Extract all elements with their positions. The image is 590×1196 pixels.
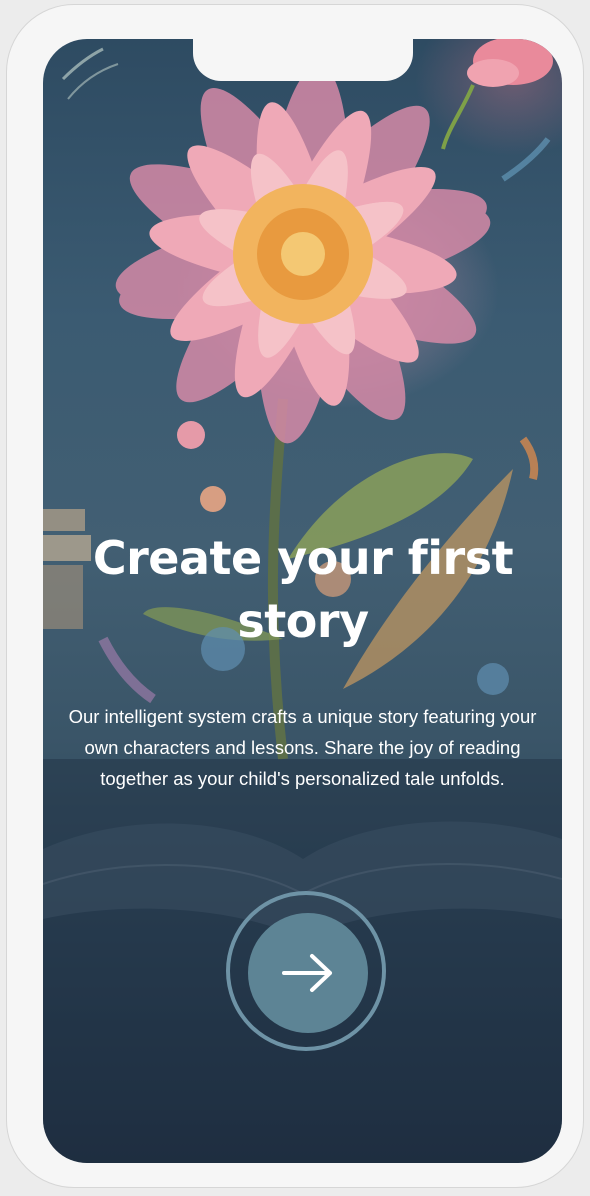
phone-frame: Create your first story Our intelligent … — [6, 4, 584, 1188]
onboarding-screen: Create your first story Our intelligent … — [43, 39, 562, 1163]
onboarding-description: Our intelligent system crafts a unique s… — [68, 706, 537, 789]
arrow-right-icon — [282, 954, 332, 992]
phone-notch — [193, 39, 413, 81]
next-button[interactable] — [248, 913, 368, 1033]
onboarding-title: Create your first story — [92, 531, 514, 648]
